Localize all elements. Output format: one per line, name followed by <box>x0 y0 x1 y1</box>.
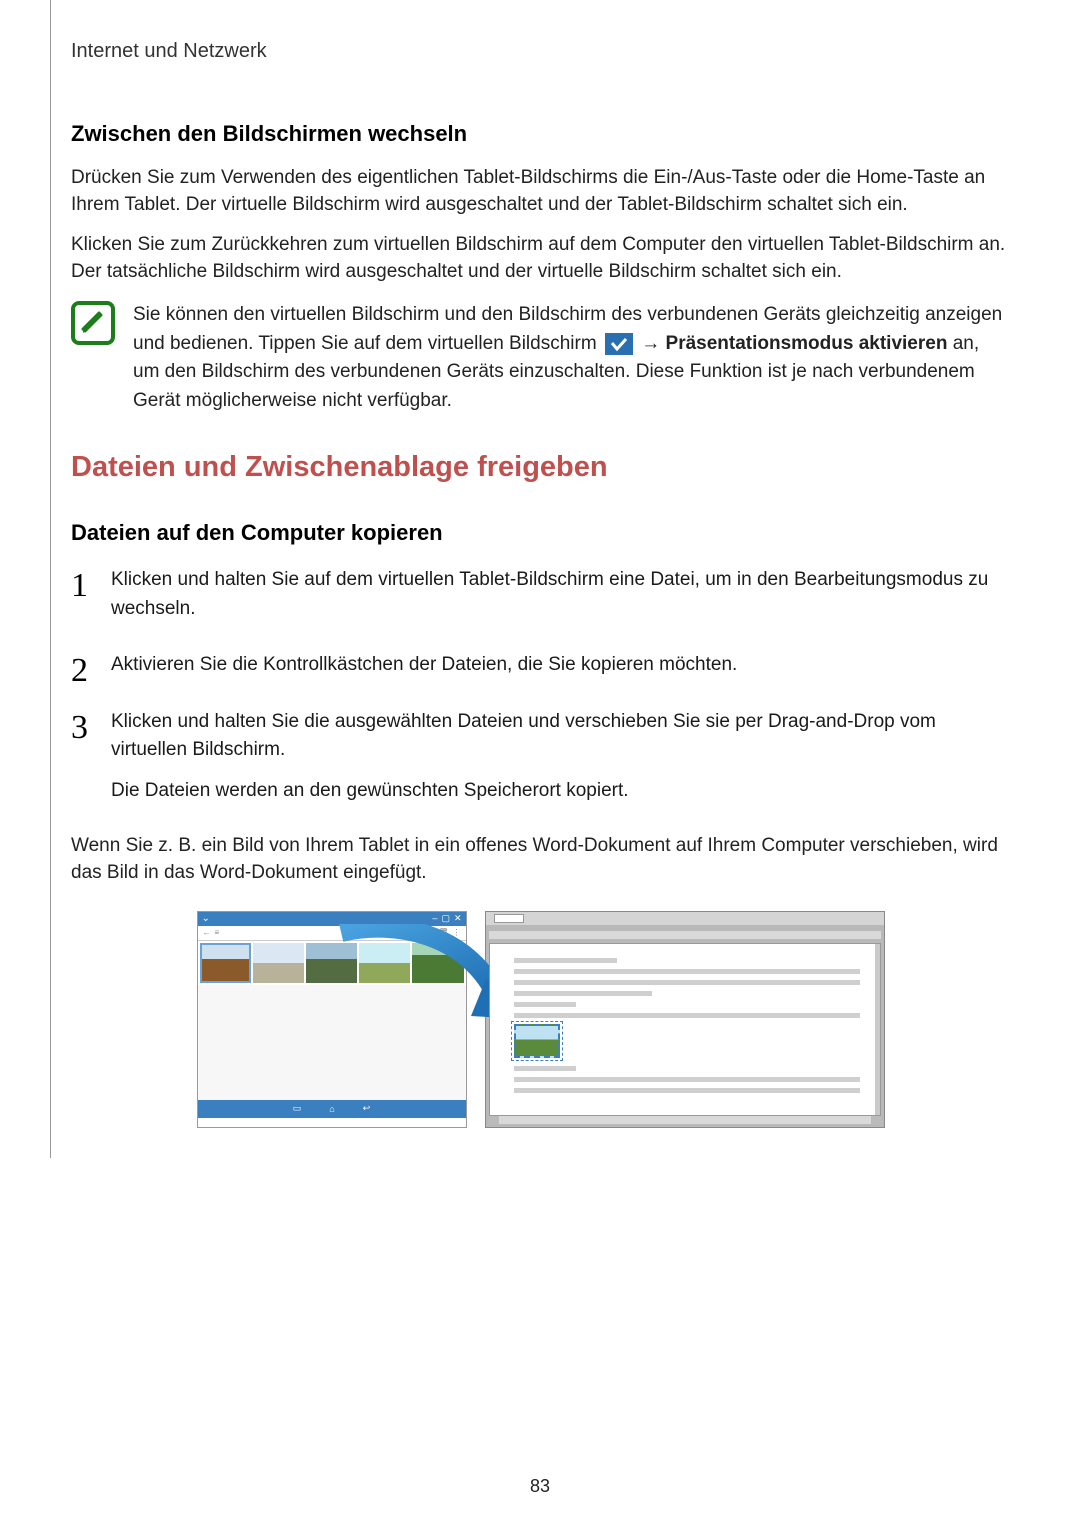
step-text: Klicken und halten Sie die ausgewählten … <box>111 711 936 761</box>
home-icon: ⌂ <box>329 1104 334 1114</box>
step-extra: Die Dateien werden an den gewünschten Sp… <box>111 777 1010 806</box>
step-item: Aktivieren Sie die Kontrollkästchen der … <box>71 651 1010 680</box>
sidesync-menu-icon <box>605 333 633 355</box>
note-bold: Präsentationsmodus aktivieren <box>666 333 948 354</box>
maximize-icon: ▢ <box>441 913 450 924</box>
breadcrumb: Internet und Netzwerk <box>71 36 1010 63</box>
gallery-thumbnail <box>253 943 304 983</box>
note-icon <box>71 301 115 345</box>
arrow-glyph: → <box>641 333 665 354</box>
back-nav-icon: ↩ <box>363 1103 371 1114</box>
illustration-row: ⌄ – ▢ ✕ ← ≡ ➤🗑 ⋮ ▭ ⌂ <box>71 911 1010 1128</box>
share-icon: ➤ <box>428 928 435 937</box>
step-item: Klicken und halten Sie auf dem virtuelle… <box>71 566 1010 623</box>
heading-copy-to-pc: Dateien auf den Computer kopieren <box>71 520 1010 546</box>
chevron-down-icon: ⌄ <box>202 913 210 924</box>
heading-share-files: Dateien und Zwischenablage freigeben <box>71 451 1010 484</box>
step-text: Klicken und halten Sie auf dem virtuelle… <box>111 569 988 619</box>
window-tab <box>494 914 524 923</box>
heading-switch-screens: Zwischen den Bildschirmen wechseln <box>71 121 1010 147</box>
gallery-thumbnail <box>412 943 463 983</box>
minimize-icon: – <box>432 913 437 924</box>
delete-icon: 🗑 <box>438 928 448 937</box>
step-list: Klicken und halten Sie auf dem virtuelle… <box>71 566 1010 805</box>
note-block: Sie können den virtuellen Bildschirm und… <box>71 301 1010 415</box>
pc-document-window <box>485 911 885 1128</box>
page-number: 83 <box>0 1476 1080 1497</box>
more-icon: ⋮ <box>453 928 461 937</box>
step-item: Klicken und halten Sie die ausgewählten … <box>71 708 1010 806</box>
paragraph: Wenn Sie z. B. ein Bild von Ihrem Tablet… <box>71 833 1010 886</box>
close-icon: ✕ <box>454 913 462 924</box>
menu-icon: ≡ <box>215 928 220 937</box>
recent-apps-icon: ▭ <box>293 1103 302 1114</box>
inserted-image-placeholder <box>514 1024 560 1058</box>
paragraph: Klicken Sie zum Zurückkehren zum virtuel… <box>71 232 1010 285</box>
paragraph: Drücken Sie zum Verwenden des eigentlich… <box>71 165 1010 218</box>
tablet-virtual-window: ⌄ – ▢ ✕ ← ≡ ➤🗑 ⋮ ▭ ⌂ <box>197 911 467 1128</box>
note-text: Sie können den virtuellen Bildschirm und… <box>133 301 1010 415</box>
gallery-thumbnail <box>200 943 251 983</box>
gallery-thumbnail <box>306 943 357 983</box>
back-icon: ← <box>203 928 211 937</box>
gallery-thumbnail <box>359 943 410 983</box>
step-text: Aktivieren Sie die Kontrollkästchen der … <box>111 654 737 675</box>
